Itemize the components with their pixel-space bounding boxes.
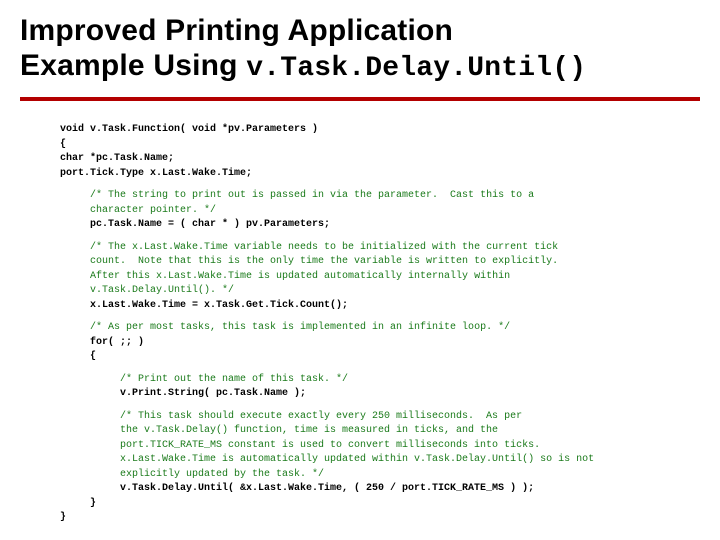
code-comment: explicitly updated by the task. */ — [60, 469, 324, 480]
code-comment: /* This task should execute exactly ever… — [60, 411, 522, 422]
blank-line — [60, 233, 700, 241]
code-comment: /* The string to print out is passed in … — [60, 190, 534, 201]
blank-line — [60, 402, 700, 410]
code-comment: v.Task.Delay.Until(). */ — [60, 285, 234, 296]
title-line-2a: Example Using — [20, 49, 246, 82]
title-line-1: Improved Printing Application — [20, 14, 453, 47]
code-comment: the v.Task.Delay() function, time is mea… — [60, 425, 498, 436]
code-line: v.Print.String( pc.Task.Name ); — [60, 388, 306, 399]
code-comment: x.Last.Wake.Time is automatically update… — [60, 454, 594, 465]
code-block: void v.Task.Function( void *pv.Parameter… — [60, 109, 700, 540]
slide-title: Improved Printing Application Example Us… — [20, 14, 700, 85]
code-line: char *pc.Task.Name; — [60, 153, 174, 164]
code-comment: character pointer. */ — [60, 205, 216, 216]
code-line: { — [60, 139, 66, 150]
code-comment: port.TICK_RATE_MS constant is used to co… — [60, 440, 540, 451]
title-line-2b: v.Task.Delay.Until() — [246, 53, 586, 84]
code-line: x.Last.Wake.Time = x.Task.Get.Tick.Count… — [60, 300, 348, 311]
code-line: pc.Task.Name = ( char * ) pv.Parameters; — [60, 219, 330, 230]
code-comment: count. Note that this is the only time t… — [60, 256, 558, 267]
code-line: void v.Task.Function( void *pv.Parameter… — [60, 124, 318, 135]
blank-line — [60, 365, 700, 373]
code-line: } — [60, 498, 96, 509]
code-line: { — [60, 351, 96, 362]
blank-line — [60, 181, 700, 189]
code-comment: /* As per most tasks, this task is imple… — [60, 322, 510, 333]
blank-line — [60, 313, 700, 321]
code-comment: /* The x.Last.Wake.Time variable needs t… — [60, 242, 558, 253]
code-line: } — [60, 512, 66, 523]
code-comment: After this x.Last.Wake.Time is updated a… — [60, 271, 510, 282]
code-line: port.Tick.Type x.Last.Wake.Time; — [60, 168, 252, 179]
slide: Improved Printing Application Example Us… — [0, 0, 720, 540]
code-comment: /* Print out the name of this task. */ — [60, 374, 348, 385]
divider — [20, 97, 700, 101]
code-line: v.Task.Delay.Until( &x.Last.Wake.Time, (… — [60, 483, 534, 494]
code-line: for( ;; ) — [60, 337, 144, 348]
